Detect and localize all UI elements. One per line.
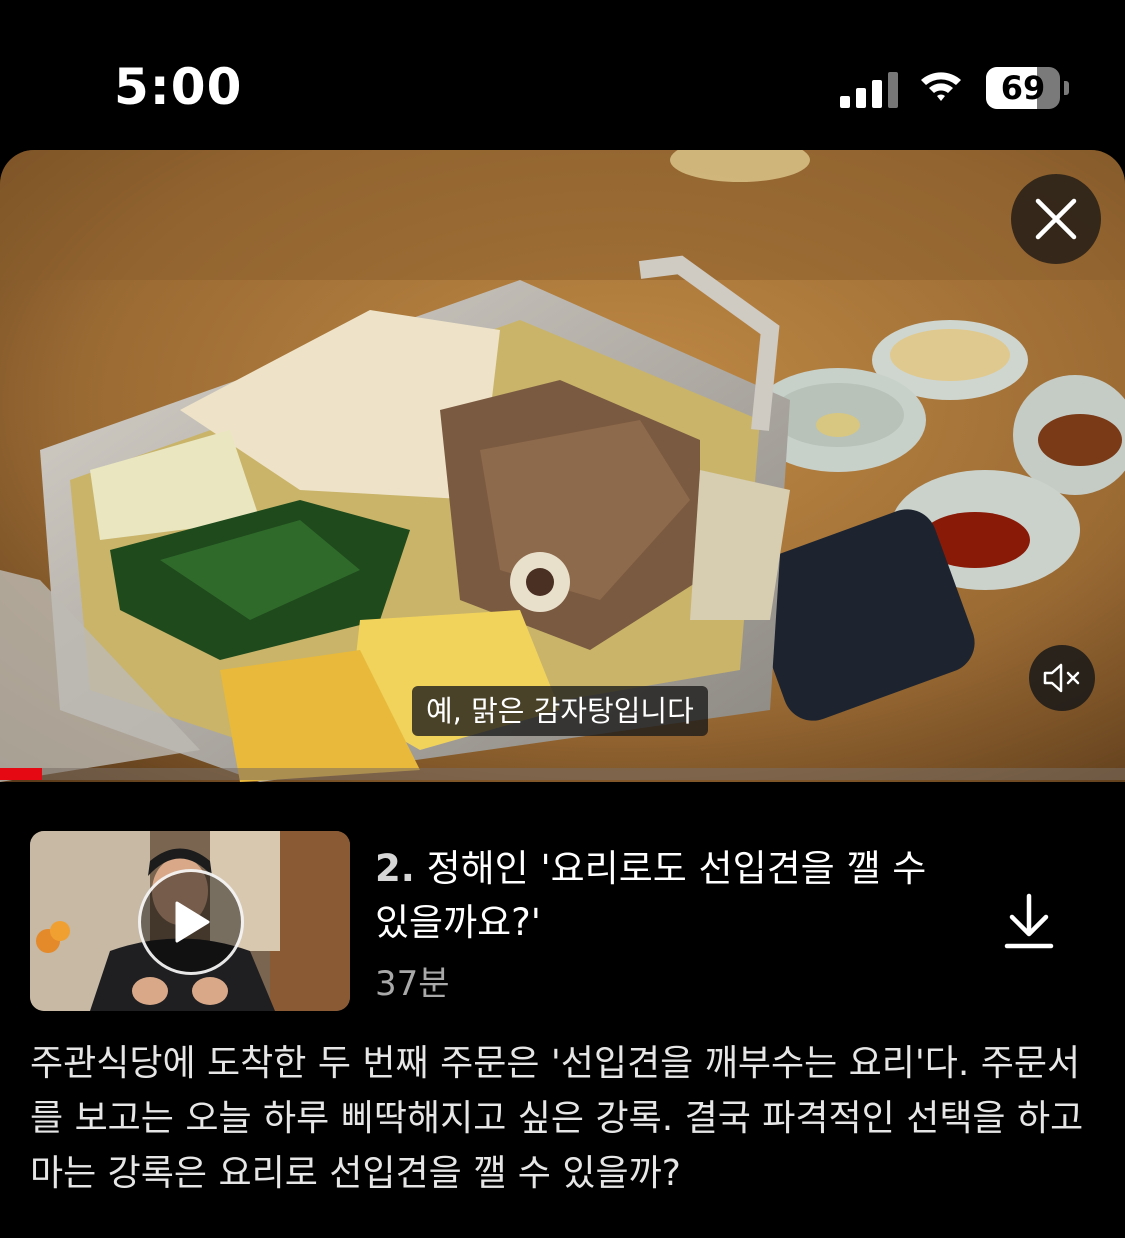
- battery-tip: [1064, 81, 1069, 95]
- battery-level: 69: [1000, 69, 1046, 107]
- close-button[interactable]: [1011, 174, 1101, 264]
- status-bar: 5:00 69: [0, 0, 1125, 150]
- episode-title-text: 정해인 '요리로도 선입견을 깰 수 있을까요?': [375, 847, 927, 944]
- video-player[interactable]: 예, 맑은 감자탕입니다: [0, 150, 1125, 782]
- mute-button[interactable]: [1029, 645, 1095, 711]
- download-button[interactable]: [1002, 893, 1056, 951]
- status-time: 5:00: [114, 58, 243, 116]
- episode-duration: 37분: [375, 964, 450, 1004]
- battery-icon: 69: [986, 67, 1060, 109]
- download-icon: [1004, 893, 1054, 949]
- progress-bar[interactable]: [0, 768, 1125, 780]
- speaker-muted-icon: [1043, 663, 1080, 693]
- episode-title[interactable]: 2. 정해인 '요리로도 선입견을 깰 수 있을까요?': [375, 842, 935, 950]
- progress-fill: [0, 768, 42, 780]
- play-icon: [175, 901, 210, 943]
- episode-synopsis: 주관식당에 도착한 두 번째 주문은 '선입견을 깨부수는 요리'다. 주문서를…: [30, 1043, 1084, 1194]
- wifi-icon: [918, 66, 964, 110]
- episode-thumbnail[interactable]: [30, 831, 350, 1011]
- subtitle-caption: 예, 맑은 감자탕입니다: [412, 686, 708, 736]
- episode-number: 2.: [375, 847, 415, 890]
- close-icon: [1035, 198, 1077, 240]
- play-button[interactable]: [138, 869, 244, 975]
- cellular-signal-icon: [840, 70, 898, 108]
